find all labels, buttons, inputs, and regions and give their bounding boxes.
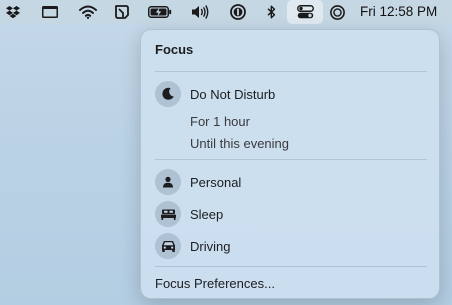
- driving-label: Driving: [190, 238, 231, 254]
- dnd-option-for-1-hour[interactable]: For 1 hour: [190, 114, 250, 129]
- one-password-icon[interactable]: [229, 0, 247, 24]
- volume-icon[interactable]: [190, 0, 210, 24]
- focus-mode-personal[interactable]: Personal: [147, 168, 435, 196]
- focus-mode-driving[interactable]: Driving: [147, 232, 435, 260]
- menu-bar: Fri 12:58 PM: [0, 0, 452, 24]
- car-icon: [155, 233, 181, 259]
- scroll-icon[interactable]: [113, 0, 131, 24]
- bluetooth-icon[interactable]: [265, 0, 277, 24]
- panel-title: Focus: [155, 42, 194, 57]
- focus-mode-sleep[interactable]: Sleep: [147, 200, 435, 228]
- personal-label: Personal: [190, 174, 242, 190]
- siri-icon[interactable]: [328, 0, 346, 24]
- dropbox-icon[interactable]: [5, 0, 21, 24]
- wifi-icon[interactable]: [78, 0, 98, 24]
- dnd-option-until-this-evening[interactable]: Until this evening: [190, 136, 289, 151]
- focus-panel: Focus Do Not Disturb For 1 hour Until th…: [140, 29, 440, 299]
- divider: [155, 71, 427, 72]
- person-icon: [155, 169, 181, 195]
- divider: [155, 159, 427, 160]
- divider: [155, 266, 427, 267]
- app-window-icon[interactable]: [41, 0, 59, 24]
- focus-preferences-button[interactable]: Focus Preferences...: [155, 276, 275, 291]
- control-center-icon[interactable]: [295, 0, 315, 24]
- focus-mode-do-not-disturb[interactable]: Do Not Disturb: [147, 80, 435, 108]
- sleep-label: Sleep: [190, 206, 224, 222]
- battery-charging-icon[interactable]: [147, 0, 173, 24]
- bed-icon: [155, 201, 181, 227]
- menubar-clock[interactable]: Fri 12:58 PM: [360, 0, 437, 24]
- moon-icon: [155, 81, 181, 107]
- do-not-disturb-label: Do Not Disturb: [190, 86, 276, 102]
